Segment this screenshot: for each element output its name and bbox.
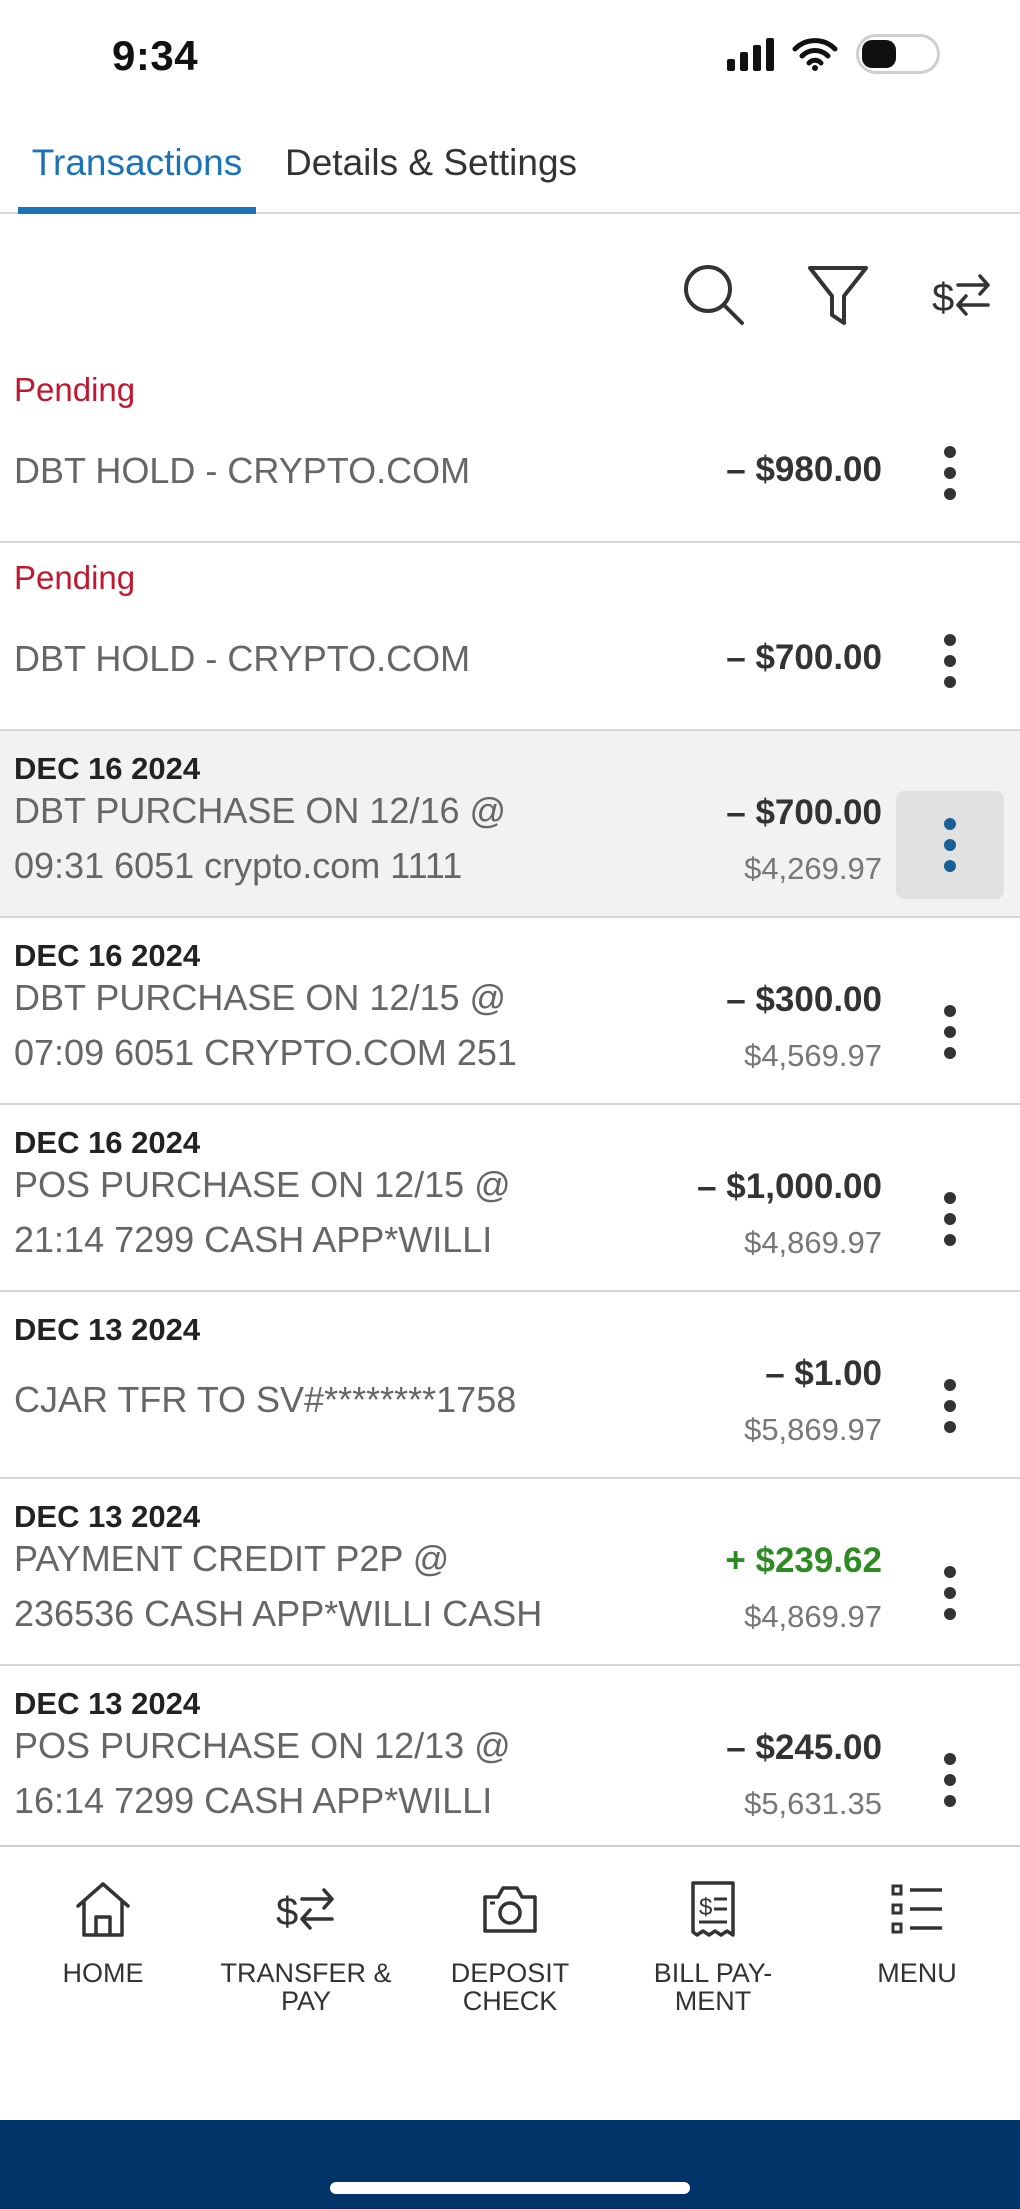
nav-deposit-label-line1: DEPOSIT: [450, 1958, 570, 1988]
vertical-ellipsis-icon: [944, 1753, 956, 1807]
low-power-toggle-icon: [856, 34, 940, 74]
home-indicator[interactable]: [330, 2182, 690, 2194]
transaction-description: DBT HOLD - CRYPTO.COM: [14, 450, 471, 491]
vertical-ellipsis-icon: [944, 1379, 956, 1433]
nav-bill-label-line2: MENT: [674, 1986, 752, 2016]
filter-button[interactable]: [800, 255, 876, 335]
transaction-amount: – $300.00: [726, 980, 882, 1019]
running-balance: $4,869.97: [744, 1599, 882, 1634]
search-button[interactable]: [676, 255, 752, 335]
tab-transactions[interactable]: Transactions: [18, 128, 256, 214]
vertical-ellipsis-icon: [944, 634, 956, 688]
transaction-row[interactable]: DEC 16 2024 POS PURCHASE ON 12/15 @ 21:1…: [0, 1105, 1020, 1292]
transaction-row[interactable]: DEC 13 2024 PAYMENT CREDIT P2P @ 236536 …: [0, 1479, 1020, 1666]
transfer-sort-icon: $: [932, 274, 990, 320]
nav-home[interactable]: HOME: [3, 1869, 203, 1987]
transaction-amount: – $980.00: [726, 450, 882, 489]
transaction-row[interactable]: DEC 13 2024 POS PURCHASE ON 12/13 @ 16:1…: [0, 1666, 1020, 1845]
tab-details-settings[interactable]: Details & Settings: [285, 128, 577, 214]
transaction-amount: – $700.00: [726, 793, 882, 832]
transfer-icon: $: [276, 1888, 334, 1934]
running-balance: $4,269.97: [744, 851, 882, 886]
more-options-button[interactable]: [896, 419, 1004, 527]
pending-label: Pending: [14, 559, 136, 596]
svg-text:$: $: [276, 1890, 298, 1934]
transaction-list: Pending DBT HOLD - CRYPTO.COM – $980.00 …: [0, 355, 1020, 1845]
nav-transfer-label-line1: TRANSFER &: [220, 1958, 392, 1988]
transaction-date: DEC 13 2024: [14, 1686, 201, 1721]
nav-menu-label: MENU: [877, 1958, 957, 1988]
nav-deposit-label-line2: CHECK: [462, 1986, 558, 2016]
home-indicator-bar: [0, 2120, 1020, 2209]
wifi-icon: [792, 38, 838, 71]
transaction-row[interactable]: DEC 16 2024 DBT PURCHASE ON 12/15 @ 07:0…: [0, 918, 1020, 1105]
transaction-amount: – $1.00: [765, 1354, 882, 1393]
pending-label: Pending: [14, 371, 136, 408]
transaction-amount: – $700.00: [726, 638, 882, 677]
bottom-nav: HOME $ TRANSFER & PAY DEPOSIT CHECK $ BI…: [0, 1845, 1020, 2120]
vertical-ellipsis-icon: [944, 818, 956, 872]
transaction-description: POS PURCHASE ON 12/15 @ 21:14 7299 CASH …: [14, 1164, 511, 1260]
vertical-ellipsis-icon: [944, 1005, 956, 1059]
transaction-amount: – $245.00: [726, 1728, 882, 1767]
transaction-description: DBT PURCHASE ON 12/16 @ 09:31 6051 crypt…: [14, 790, 507, 886]
nav-menu[interactable]: MENU: [817, 1869, 1017, 1987]
transaction-description: CJAR TFR TO SV#********1758: [14, 1379, 517, 1420]
more-options-button[interactable]: [896, 978, 1004, 1086]
status-bar: 9:34: [0, 0, 1020, 110]
transaction-amount: – $1,000.00: [697, 1167, 882, 1206]
status-icons: [727, 34, 940, 74]
transaction-row[interactable]: Pending DBT HOLD - CRYPTO.COM – $980.00: [0, 355, 1020, 543]
nav-home-label: HOME: [62, 1958, 144, 1988]
transaction-date: DEC 16 2024: [14, 938, 201, 973]
transaction-date: DEC 13 2024: [14, 1499, 201, 1534]
status-time: 9:34: [112, 32, 199, 79]
filter-icon: [808, 266, 868, 325]
search-icon: [684, 265, 744, 325]
running-balance: $4,869.97: [744, 1225, 882, 1260]
nav-transfer-label-line2: PAY: [280, 1986, 332, 2016]
bill-icon: $: [691, 1881, 735, 1937]
transaction-row[interactable]: DEC 13 2024 CJAR TFR TO SV#********1758 …: [0, 1292, 1020, 1479]
transfer-sort-button[interactable]: $: [924, 255, 1000, 335]
transaction-description: PAYMENT CREDIT P2P @ 236536 CASH APP*WIL…: [14, 1538, 543, 1634]
transaction-date: DEC 13 2024: [14, 1312, 201, 1347]
transaction-toolbar: $: [676, 255, 1000, 335]
transaction-description: DBT HOLD - CRYPTO.COM: [14, 638, 471, 679]
svg-text:$: $: [932, 276, 954, 320]
transaction-description: POS PURCHASE ON 12/13 @ 16:14 7299 CASH …: [14, 1725, 511, 1821]
vertical-ellipsis-icon: [944, 1192, 956, 1246]
more-options-button[interactable]: [896, 1726, 1004, 1834]
camera-icon: [483, 1886, 537, 1933]
transaction-row[interactable]: Pending DBT HOLD - CRYPTO.COM – $700.00: [0, 543, 1020, 731]
more-options-button[interactable]: [896, 791, 1004, 899]
more-options-button[interactable]: [896, 607, 1004, 715]
running-balance: $5,631.35: [744, 1786, 882, 1821]
transaction-amount: + $239.62: [725, 1541, 882, 1580]
cellular-signal-icon: [727, 37, 774, 71]
transaction-row[interactable]: DEC 16 2024 DBT PURCHASE ON 12/16 @ 09:3…: [0, 731, 1020, 918]
tab-bar: Transactions Details & Settings: [0, 110, 1020, 214]
nav-bill-label-line1: BILL PAY-: [653, 1958, 773, 1988]
menu-list-icon: [891, 1884, 942, 1934]
vertical-ellipsis-icon: [944, 446, 956, 500]
transaction-description: DBT PURCHASE ON 12/15 @ 07:09 6051 CRYPT…: [14, 977, 517, 1073]
more-options-button[interactable]: [896, 1352, 1004, 1460]
home-icon: [76, 1882, 130, 1937]
nav-deposit-check[interactable]: DEPOSIT CHECK: [410, 1869, 610, 2015]
transaction-date: DEC 16 2024: [14, 751, 201, 786]
running-balance: $5,869.97: [744, 1412, 882, 1447]
transaction-date: DEC 16 2024: [14, 1125, 201, 1160]
svg-text:$: $: [699, 1894, 712, 1921]
more-options-button[interactable]: [896, 1165, 1004, 1273]
nav-transfer-pay[interactable]: $ TRANSFER & PAY: [206, 1869, 406, 2015]
running-balance: $4,569.97: [744, 1038, 882, 1073]
vertical-ellipsis-icon: [944, 1566, 956, 1620]
more-options-button[interactable]: [896, 1539, 1004, 1647]
nav-bill-pay[interactable]: $ BILL PAY- MENT: [613, 1869, 813, 2015]
